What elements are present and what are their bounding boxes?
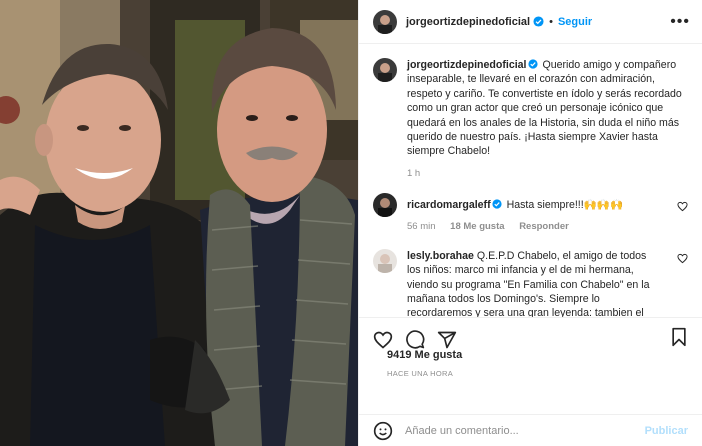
post-panel: jorgeortizdepinedoficial • Seguir ••• jo… — [358, 0, 702, 446]
add-comment-bar: Añade un comentario... Publicar — [359, 414, 702, 446]
save-bookmark-icon[interactable] — [670, 327, 688, 347]
comment-like-heart-icon[interactable] — [677, 253, 688, 264]
reply-button[interactable]: Responder — [519, 221, 569, 232]
author-username[interactable]: jorgeortizdepinedoficial — [406, 16, 530, 28]
post-image — [0, 0, 358, 446]
add-comment-input[interactable]: Añade un comentario... — [405, 425, 645, 437]
comments-scroll[interactable]: jorgeortizdepinedoficial Querido amigo y… — [359, 44, 702, 317]
comment-likes[interactable]: 18 Me gusta — [450, 221, 504, 232]
separator-dot: • — [549, 15, 553, 28]
comment-username[interactable]: lesly.borahae — [407, 250, 474, 262]
likes-count[interactable]: 9419 Me gusta — [373, 349, 688, 361]
publish-button[interactable]: Publicar — [645, 425, 688, 437]
comment-item: lesly.borahae Q.E.P.D Chabelo, el amigo … — [359, 248, 702, 317]
more-options-icon[interactable]: ••• — [670, 13, 690, 30]
comment-item: ricardomargaleff Hasta siempre!!!🙌🙌🙌 56 … — [359, 192, 702, 232]
commenter-avatar[interactable] — [373, 248, 397, 273]
emoji-icon[interactable] — [373, 421, 393, 441]
post-actions: 9419 Me gusta HACE UNA HORA — [359, 317, 702, 378]
post-photo[interactable] — [0, 0, 358, 446]
caption-username[interactable]: jorgeortizdepinedoficial — [407, 59, 527, 71]
comment-icon[interactable] — [405, 330, 425, 350]
post-timestamp: HACE UNA HORA — [387, 369, 453, 378]
like-heart-icon[interactable] — [373, 330, 393, 350]
post-caption: jorgeortizdepinedoficial Querido amigo y… — [359, 44, 702, 179]
comment-text: Hasta siempre!!!🙌🙌🙌 — [506, 198, 624, 211]
follow-button[interactable]: Seguir — [558, 16, 592, 28]
comment-time: 56 min — [407, 220, 436, 232]
share-icon[interactable] — [437, 330, 457, 350]
commenter-avatar[interactable] — [373, 192, 397, 217]
verified-badge-icon — [533, 16, 544, 27]
verified-badge-icon — [527, 59, 538, 69]
caption-avatar[interactable] — [373, 58, 397, 82]
post-header: jorgeortizdepinedoficial • Seguir ••• — [359, 0, 702, 44]
caption-text: Querido amigo y compañero inseparable, t… — [407, 59, 682, 158]
comment-username[interactable]: ricardomargaleff — [407, 199, 491, 211]
verified-badge-icon — [492, 199, 502, 209]
author-avatar[interactable] — [373, 9, 397, 34]
caption-time: 1 h — [407, 167, 421, 179]
comment-like-heart-icon[interactable] — [677, 201, 688, 212]
